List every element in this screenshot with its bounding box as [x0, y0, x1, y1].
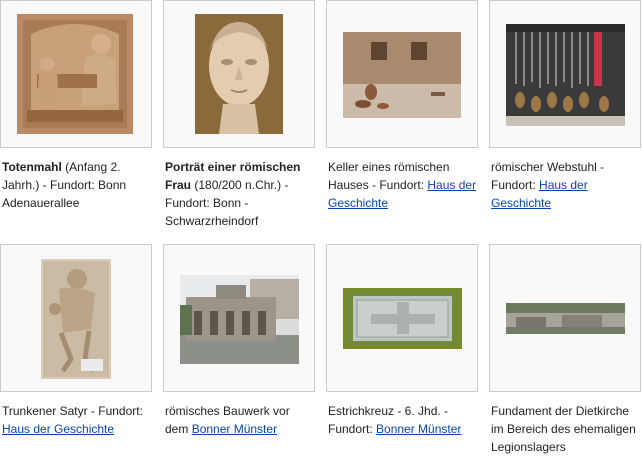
dietkirche-foundation-image[interactable]: [506, 303, 625, 334]
floor-cross-mosaic-image[interactable]: [343, 288, 462, 349]
caption-title: Totenmahl: [2, 160, 62, 174]
thumbnail-frame: [163, 244, 315, 392]
thumbnail-frame: [0, 0, 152, 148]
thumbnail-frame: [163, 0, 315, 148]
caption-text: Trunkener Satyr - Fundort:: [2, 404, 143, 418]
roman-building-ruin-image[interactable]: [180, 275, 299, 364]
gallery-caption: römisches Bauwerk vor dem Bonner Münster: [165, 402, 315, 438]
thumbnail-frame: [326, 0, 478, 148]
thumbnail-frame: [489, 244, 641, 392]
gallery-caption: Porträt einer römischen Frau (180/200 n.…: [165, 158, 315, 230]
gallery-caption: Keller eines römischen Hauses - Fundort:…: [328, 158, 478, 212]
caption-link[interactable]: Haus der Geschichte: [2, 422, 114, 436]
caption-text: Fundament der Dietkirche im Bereich des …: [491, 404, 636, 454]
thumbnail-frame: [489, 0, 641, 148]
roman-house-cellar-image[interactable]: [343, 32, 461, 118]
caption-link[interactable]: Bonner Münster: [376, 422, 461, 436]
caption-link[interactable]: Bonner Münster: [192, 422, 277, 436]
drunken-satyr-relief-image[interactable]: [41, 259, 111, 379]
gallery-caption: Fundament der Dietkirche im Bereich des …: [491, 402, 641, 456]
portrait-roman-woman-image[interactable]: [195, 14, 283, 134]
gallery-caption: römischer Webstuhl - Fundort: Haus der G…: [491, 158, 641, 212]
gallery-caption: Estrichkreuz - 6. Jhd. - Fundort: Bonner…: [328, 402, 478, 438]
thumbnail-frame: [0, 244, 152, 392]
totenmahl-relief-image[interactable]: [17, 14, 133, 134]
thumbnail-frame: [326, 244, 478, 392]
gallery-caption: Totenmahl (Anfang 2. Jahrh.) - Fundort: …: [2, 158, 152, 212]
roman-loom-image[interactable]: [506, 24, 625, 126]
gallery-caption: Trunkener Satyr - Fundort: Haus der Gesc…: [2, 402, 152, 438]
